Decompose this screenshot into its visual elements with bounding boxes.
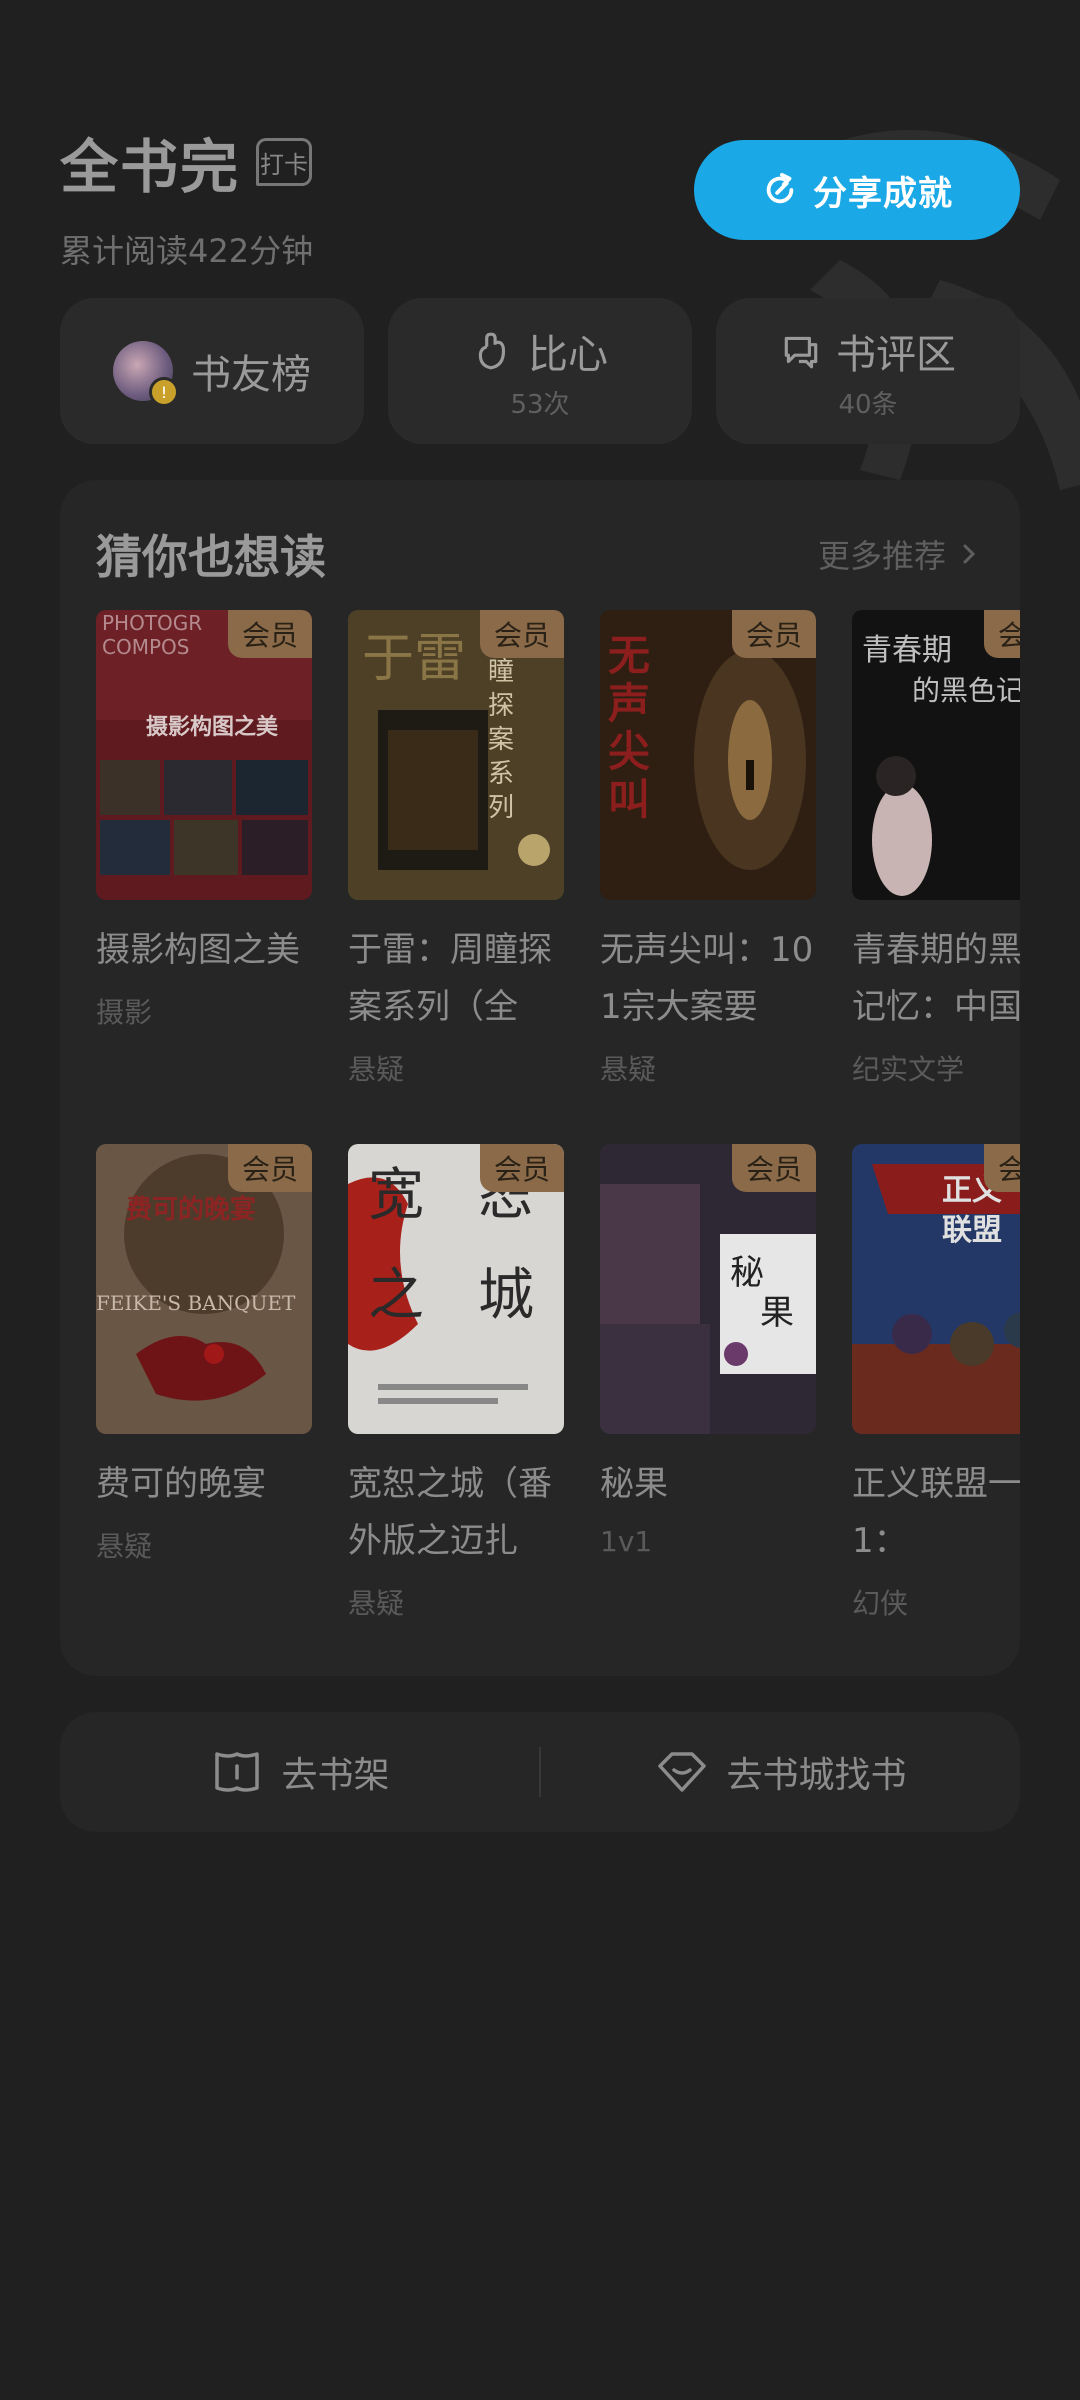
tile-heart[interactable]: 比心 53次 <box>388 298 692 444</box>
bookstore-label: 去书城找书 <box>726 1755 907 1796</box>
book-genre: 悬疑 <box>96 1530 153 1563</box>
svg-text:秘: 秘 <box>730 1253 764 1293</box>
tile-label: 书评区 <box>836 331 956 378</box>
book-card[interactable]: 秘 果 会员 秘果 1v1 <box>600 1144 816 1558</box>
book-genre: 悬疑 <box>348 1053 405 1086</box>
book-card[interactable]: 青春期 的黑色记 会员 青春期的黑色记忆：中国 纪实文学 <box>852 610 1020 1088</box>
vip-tag: 会员 <box>984 610 1020 658</box>
book-genre: 摄影 <box>96 996 153 1029</box>
svg-text:系: 系 <box>488 759 514 789</box>
book-cover: 秘 果 会员 <box>600 1144 816 1434</box>
tile-label: 书友榜 <box>191 352 311 398</box>
svg-text:瞳: 瞳 <box>488 657 514 687</box>
svg-text:联盟: 联盟 <box>942 1213 1002 1248</box>
page-title: 全书完 <box>60 133 241 201</box>
svg-text:宽: 宽 <box>368 1163 424 1228</box>
book-cover: PHOTOGR COMPOS 摄影构图之美 会员 <box>96 610 312 900</box>
svg-text:COMPOS: COMPOS <box>102 635 189 659</box>
vip-tag: 会员 <box>732 1144 816 1192</box>
svg-text:摄影构图之美: 摄影构图之美 <box>146 714 279 740</box>
share-achievement-button[interactable]: 分享成就 <box>694 140 1020 240</box>
book-title: 费可的晚宴 <box>96 1464 266 1504</box>
book-cover: 青春期 的黑色记 会员 <box>852 610 1020 900</box>
go-bookshelf-button[interactable]: 去书架 <box>60 1712 539 1832</box>
rank-badge-icon: ! <box>149 377 179 407</box>
tile-count: 53次 <box>510 389 570 420</box>
book-card[interactable]: PHOTOGR COMPOS 摄影构图之美 会员 摄影构图之美 摄影 <box>96 610 312 1031</box>
vip-tag: 会员 <box>228 610 312 658</box>
svg-text:FEIKE'S BANQUET: FEIKE'S BANQUET <box>96 1291 296 1315</box>
chevron-right-icon <box>963 544 976 564</box>
svg-text:尖: 尖 <box>608 727 650 776</box>
book-title: 摄影构图之美 <box>96 930 300 970</box>
book-genre: 悬疑 <box>348 1587 405 1620</box>
book-title: 无声尖叫：101宗大案要 <box>600 930 814 1027</box>
book-card[interactable]: 正义 联盟 会员 正义联盟一季）1： 幻侠 <box>852 1144 1020 1622</box>
more-recommend-link[interactable]: 更多推荐 <box>818 531 984 577</box>
svg-text:青春期: 青春期 <box>862 633 952 668</box>
vip-tag: 会员 <box>480 1144 564 1192</box>
tile-book-reviews[interactable]: 书评区 40条 <box>716 298 1020 444</box>
book-genre: 幻侠 <box>852 1587 909 1620</box>
go-bookstore-button[interactable]: 去书城找书 <box>541 1712 1020 1832</box>
book-title: 正义联盟一季）1： <box>852 1464 1020 1561</box>
book-cover: 费可的晚宴 FEIKE'S BANQUET 会员 <box>96 1144 312 1434</box>
svg-text:探: 探 <box>488 691 514 721</box>
book-cover: 正义 联盟 会员 <box>852 1144 1020 1434</box>
book-cover: 宽 恕 之 城 会员 <box>348 1144 564 1434</box>
book-cover: 无 声 尖 叫 会员 <box>600 610 816 900</box>
book-title: 青春期的黑色记忆：中国 <box>852 930 1020 1027</box>
tile-label: 比心 <box>528 331 608 378</box>
section-title: 猜你也想读 <box>96 530 326 584</box>
svg-text:费可的晚宴: 费可的晚宴 <box>126 1194 256 1225</box>
bookshelf-label: 去书架 <box>281 1755 390 1796</box>
vip-tag: 会员 <box>984 1144 1020 1192</box>
comment-icon <box>784 336 818 368</box>
book-title: 于雷：周瞳探案系列（全 <box>348 930 552 1027</box>
svg-text:列: 列 <box>488 793 514 823</box>
avatar: ! <box>113 341 179 407</box>
book-title: 宽恕之城（番外版之迈扎 <box>348 1464 552 1561</box>
tile-count: 40条 <box>838 389 898 420</box>
vip-tag: 会员 <box>228 1144 312 1192</box>
svg-text:于雷: 于雷 <box>362 629 466 689</box>
bookshelf-icon <box>215 1752 260 1792</box>
svg-text:声: 声 <box>608 679 650 728</box>
book-card[interactable]: 无 声 尖 叫 会员 无声尖叫：101宗大案要 悬疑 <box>600 610 816 1088</box>
svg-text:PHOTOGR: PHOTOGR <box>102 611 202 635</box>
svg-text:城: 城 <box>478 1263 534 1328</box>
recommend-panel: 猜你也想读 更多推荐 PHOTOGR COMPOS 摄影构图之美 会员 摄影构图… <box>60 480 1020 1676</box>
tile-reader-ranking[interactable]: ! 书友榜 <box>60 298 364 444</box>
book-genre: 纪实文学 <box>852 1053 965 1086</box>
checkin-badge[interactable]: 打卡 <box>256 138 313 186</box>
book-cover: 于雷 瞳 探 案 系 列 会员 <box>348 610 564 900</box>
book-card[interactable]: 宽 恕 之 城 会员 宽恕之城（番外版之迈扎 悬疑 <box>348 1144 564 1622</box>
share-refresh-icon <box>766 172 794 204</box>
bottom-actions: 去书架 去书城找书 <box>60 1712 1020 1832</box>
book-card[interactable]: 于雷 瞳 探 案 系 列 会员 于雷：周瞳探案系列（全 悬疑 <box>348 610 564 1088</box>
svg-text:果: 果 <box>760 1293 794 1333</box>
vip-tag: 会员 <box>732 610 816 658</box>
svg-text:案: 案 <box>488 725 514 755</box>
more-link-label: 更多推荐 <box>817 537 946 575</box>
stats-tiles: ! 书友榜 比心 53次 书评区 40条 <box>60 298 1020 444</box>
book-card[interactable]: 费可的晚宴 FEIKE'S BANQUET 会员 费可的晚宴 悬疑 <box>96 1144 312 1565</box>
svg-text:无: 无 <box>608 631 650 680</box>
bookstore-heart-icon <box>658 1752 707 1792</box>
vip-tag: 会员 <box>480 610 564 658</box>
svg-text:之: 之 <box>368 1263 424 1328</box>
book-title: 秘果 <box>600 1464 668 1504</box>
book-genre: 1v1 <box>600 1525 653 1558</box>
share-button-label: 分享成就 <box>813 173 953 214</box>
svg-text:叫: 叫 <box>608 775 650 824</box>
book-genre: 悬疑 <box>600 1053 657 1086</box>
header: 全书完 打卡 累计阅读422分钟 分享成就 <box>60 120 1020 270</box>
svg-text:的黑色记: 的黑色记 <box>912 674 1020 707</box>
finger-heart-icon <box>478 332 506 369</box>
